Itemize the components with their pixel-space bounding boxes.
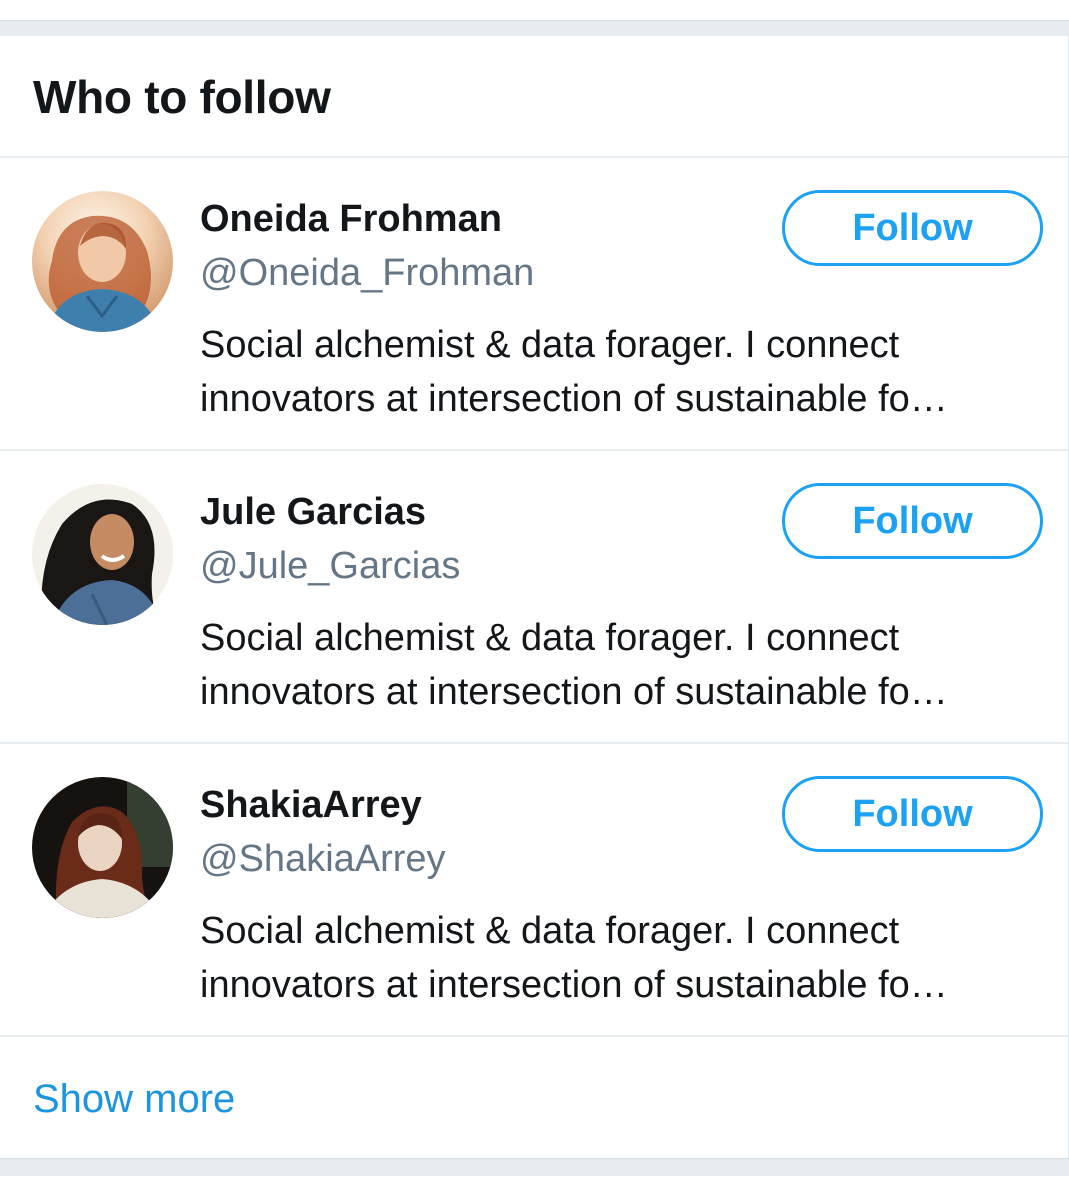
user-handle[interactable]: @Jule_Garcias xyxy=(200,545,460,588)
user-bio-line: innovators at intersection of sustainabl… xyxy=(200,378,948,420)
panel-title: Who to follow xyxy=(33,71,331,123)
user-suggestion-item[interactable]: Oneida Frohman @Oneida_Frohman Social al… xyxy=(0,158,1069,451)
follow-button[interactable]: Follow xyxy=(782,776,1043,852)
avatar-photo-woman-dark-hair-icon xyxy=(32,484,173,625)
user-suggestion-item[interactable]: ShakiaArrey @ShakiaArrey Social alchemis… xyxy=(0,744,1069,1037)
user-bio: Social alchemist & data forager. I conne… xyxy=(200,318,1025,426)
section-gap xyxy=(0,20,1069,36)
section-gap xyxy=(0,1158,1069,1176)
avatar[interactable] xyxy=(32,191,173,332)
user-name[interactable]: Jule Garcias xyxy=(200,491,426,534)
user-bio-line: innovators at intersection of sustainabl… xyxy=(200,964,948,1006)
user-bio: Social alchemist & data forager. I conne… xyxy=(200,611,1025,719)
user-bio: Social alchemist & data forager. I conne… xyxy=(200,904,1025,1012)
avatar-photo-woman-auburn-hair-icon xyxy=(32,777,173,918)
user-bio-line: innovators at intersection of sustainabl… xyxy=(200,671,948,713)
show-more-row: Show more xyxy=(0,1037,1069,1158)
avatar[interactable] xyxy=(32,777,173,918)
avatar-photo-woman-red-hair-icon xyxy=(32,191,173,332)
user-handle[interactable]: @ShakiaArrey xyxy=(200,838,446,881)
user-handle[interactable]: @Oneida_Frohman xyxy=(200,252,534,295)
avatar[interactable] xyxy=(32,484,173,625)
who-to-follow-panel: Who to follow Oneida Frohman @Oneida_Fro… xyxy=(0,36,1069,1158)
user-name[interactable]: ShakiaArrey xyxy=(200,784,422,827)
user-bio-line: Social alchemist & data forager. I conne… xyxy=(200,617,900,659)
panel-header: Who to follow xyxy=(0,36,1069,158)
show-more-link[interactable]: Show more xyxy=(33,1077,235,1122)
follow-button[interactable]: Follow xyxy=(782,483,1043,559)
top-edge xyxy=(0,0,1069,20)
user-bio-line: Social alchemist & data forager. I conne… xyxy=(200,910,900,952)
user-bio-line: Social alchemist & data forager. I conne… xyxy=(200,324,900,366)
follow-button[interactable]: Follow xyxy=(782,190,1043,266)
bottom-edge xyxy=(0,1176,1069,1200)
user-name[interactable]: Oneida Frohman xyxy=(200,198,502,241)
user-suggestion-item[interactable]: Jule Garcias @Jule_Garcias Social alchem… xyxy=(0,451,1069,744)
